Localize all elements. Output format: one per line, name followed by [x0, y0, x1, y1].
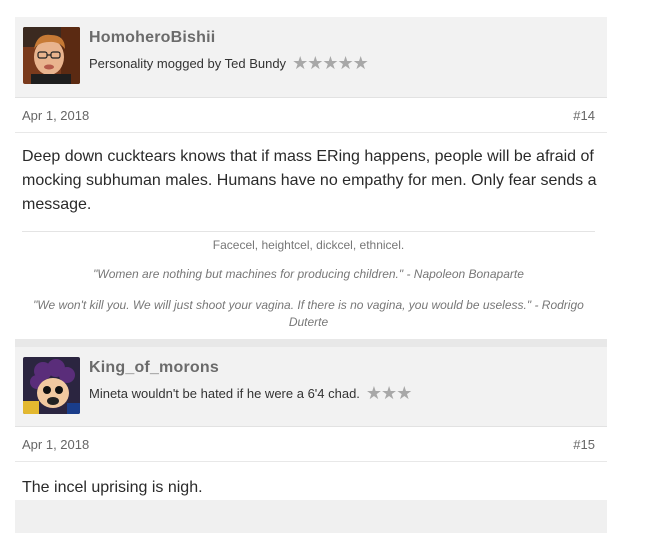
- user-bar: HomoheroBishii Personality mogged by Ted…: [15, 17, 607, 97]
- rating-stars-icon: ★★★★★: [292, 53, 369, 73]
- signature-quote: "We won't kill you. We will just shoot y…: [33, 298, 584, 329]
- user-bar: King_of_morons Mineta wouldn't be hated …: [15, 347, 607, 426]
- user-title: Personality mogged by Ted Bundy ★★★★★: [89, 53, 369, 73]
- username[interactable]: King_of_morons: [89, 359, 219, 377]
- signature-quote: "Women are nothing but machines for prod…: [93, 267, 524, 281]
- post-15: King_of_morons Mineta wouldn't be hated …: [15, 347, 607, 500]
- post-number[interactable]: #15: [573, 437, 595, 452]
- post-separator: [15, 339, 607, 347]
- post-14: HomoheroBishii Personality mogged by Ted…: [15, 17, 607, 339]
- post-body: Apr 1, 2018 #14 Deep down cucktears know…: [15, 97, 607, 339]
- thread: HomoheroBishii Personality mogged by Ted…: [15, 17, 607, 533]
- user-avatar[interactable]: [23, 27, 80, 84]
- user-title: Mineta wouldn't be hated if he were a 6'…: [89, 383, 412, 403]
- username[interactable]: HomoheroBishii: [89, 29, 215, 47]
- post-body: Apr 1, 2018 #15 The incel uprising is ni…: [15, 426, 607, 500]
- user-avatar[interactable]: [23, 357, 80, 414]
- user-title-text: Personality mogged by Ted Bundy: [89, 55, 287, 71]
- post-date[interactable]: Apr 1, 2018: [22, 437, 89, 452]
- user-title-text: Mineta wouldn't be hated if he were a 6'…: [89, 385, 360, 401]
- post-content: Deep down cucktears knows that if mass E…: [22, 148, 597, 213]
- avatar-photo-icon: [23, 27, 80, 84]
- signature-line: Facecel, heightcel, dickcel, ethnicel.: [212, 238, 405, 252]
- post-number[interactable]: #14: [573, 108, 595, 123]
- signature: Facecel, heightcel, dickcel, ethnicel. "…: [22, 231, 595, 339]
- post-meta: Apr 1, 2018 #15: [15, 427, 607, 462]
- post-date[interactable]: Apr 1, 2018: [22, 108, 89, 123]
- post-content: The incel uprising is nigh.: [22, 479, 203, 496]
- avatar-cartoon-icon: [23, 357, 80, 414]
- rating-stars-icon: ★★★: [365, 383, 412, 403]
- post-meta: Apr 1, 2018 #14: [15, 98, 607, 133]
